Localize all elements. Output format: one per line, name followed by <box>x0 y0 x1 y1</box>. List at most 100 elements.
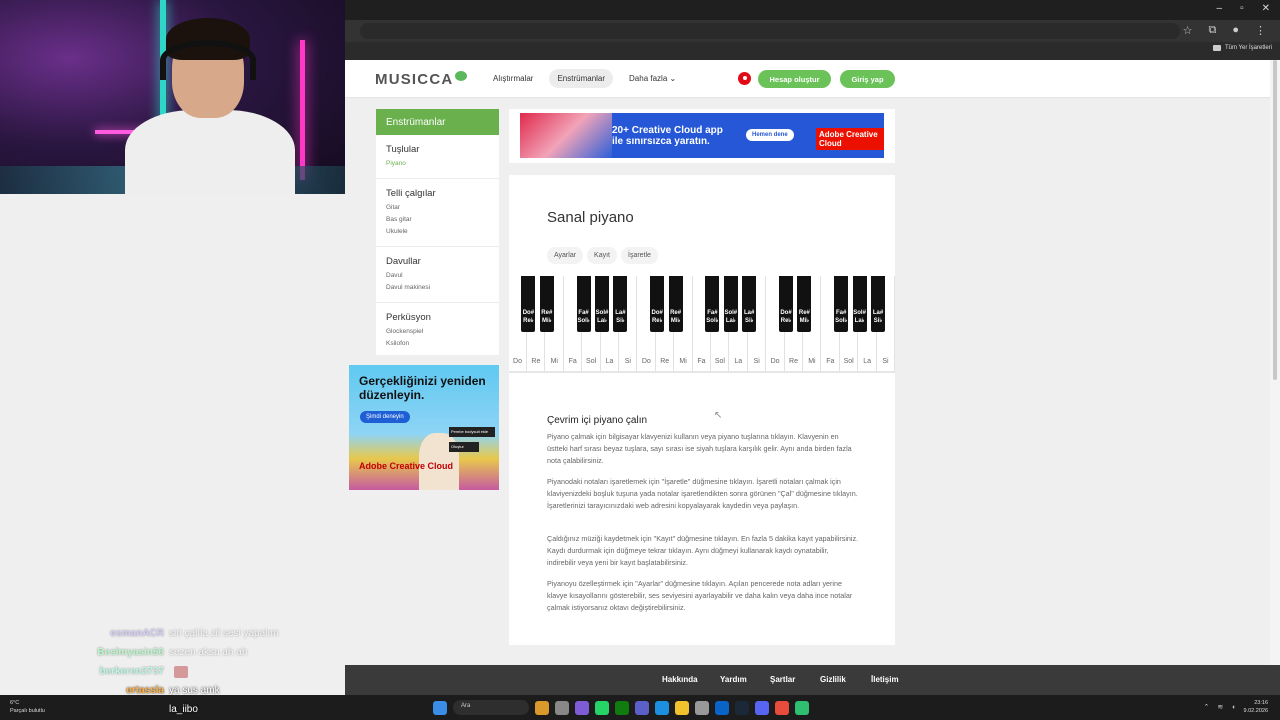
piano-black-key[interactable]: Do# Re♭ <box>650 276 665 332</box>
piano-black-key[interactable]: Fa# Sol♭ <box>705 276 720 332</box>
virtual-piano-card: Sanal piyano Ayarlar Kayıt İşaretle Do Re… <box>509 175 895 645</box>
sidebar-title: Enstrümanlar <box>376 109 499 135</box>
key-label: Sol <box>843 358 854 365</box>
close-icon[interactable]: ✕ <box>1262 3 1270 14</box>
store-icon[interactable] <box>695 700 709 715</box>
key-label: La <box>605 358 614 365</box>
chat-username[interactable]: ertassla <box>84 685 164 696</box>
piano-black-key[interactable]: Fa# Sol♭ <box>834 276 849 332</box>
maximize-icon[interactable]: ▫ <box>1240 3 1244 14</box>
scrollbar-thumb[interactable] <box>1273 60 1277 380</box>
nav-more[interactable]: Daha fazla ⌄ <box>621 69 684 88</box>
key-label: Re <box>789 358 798 365</box>
volume-icon[interactable]: ◖ <box>1231 704 1235 711</box>
mark-button[interactable]: İşaretle <box>621 247 658 264</box>
app-icon[interactable] <box>795 700 809 715</box>
star-icon[interactable]: ☆ <box>1183 24 1193 37</box>
taskbar-search[interactable]: Ara <box>453 700 529 715</box>
sidebar-item-glockenspiel[interactable]: Glockenspiel <box>386 326 489 338</box>
xbox-icon[interactable] <box>615 700 629 715</box>
mouse-cursor-icon: ↖ <box>714 410 723 421</box>
login-button[interactable]: Giriş yap <box>840 70 895 88</box>
nav-exercises[interactable]: Alıştırmalar <box>485 69 541 88</box>
turkish-flag-icon[interactable] <box>738 72 751 85</box>
file-explorer-icon[interactable] <box>675 700 689 715</box>
piano-black-key[interactable]: Sol# La♭ <box>852 276 867 332</box>
ad-generate-box: Oluştur <box>449 442 479 452</box>
ad-headline: Gerçekliğinizi yeniden düzenleyin. <box>359 374 486 402</box>
clock-date: 9.02.2026 <box>1243 708 1268 714</box>
chrome-icon[interactable] <box>775 700 789 715</box>
clock[interactable]: 23:16 9.02.2026 <box>1244 699 1268 715</box>
bookmarks-bar <box>345 42 1280 60</box>
top-ad-banner[interactable]: 20+ Creative Cloud app ile sınırsızca ya… <box>520 113 884 158</box>
musicca-logo[interactable]: MUSICCA <box>375 71 468 88</box>
discord-icon[interactable] <box>755 700 769 715</box>
footer-help-link[interactable]: Yardım <box>720 675 770 684</box>
key-label: La <box>863 358 871 365</box>
footer-contact-link[interactable]: İletişim <box>871 675 922 684</box>
chat-username[interactable]: osmanACR <box>84 628 164 639</box>
ad-cta-button[interactable]: Şimdi deneyin <box>360 411 410 423</box>
weather-desc: Parçalı bulutlu <box>10 708 45 714</box>
nav-instruments[interactable]: Enstrümanlar <box>549 69 614 88</box>
piano-black-key[interactable]: Fa# Sol♭ <box>576 276 591 332</box>
main-nav: Alıştırmalar Enstrümanlar Daha fazla ⌄ <box>485 69 684 88</box>
extensions-icon[interactable]: ⧉ <box>1208 24 1216 37</box>
weather-widget[interactable]: 6°C Parçalı bulutlu <box>10 699 45 715</box>
menu-icon[interactable]: ⋮ <box>1255 24 1266 37</box>
piano-black-key[interactable]: Re# Mi♭ <box>668 276 683 332</box>
key-label: Fa <box>826 358 835 365</box>
key-label: Fa <box>568 358 577 365</box>
key-label: Re <box>531 358 541 365</box>
chat-username[interactable]: Beslmyasin56 <box>84 647 164 658</box>
chat-text: sezen aksu ah ah <box>169 647 248 658</box>
steam-icon[interactable] <box>735 700 749 715</box>
side-ad-banner[interactable]: Gerçekliğinizi yeniden düzenleyin. Şimdi… <box>349 365 499 490</box>
footer-about-link[interactable]: Hakkında <box>662 675 720 684</box>
record-button[interactable]: Kayıt <box>587 247 617 264</box>
settings-button[interactable]: Ayarlar <box>547 247 584 264</box>
edge-icon[interactable] <box>655 700 669 715</box>
folder-icon <box>1212 45 1221 51</box>
create-account-button[interactable]: Hesap oluştur <box>758 70 831 88</box>
copilot-icon[interactable] <box>575 700 589 715</box>
piano-black-key[interactable]: Sol# La♭ <box>723 276 738 332</box>
widget-icon[interactable] <box>535 700 549 715</box>
piano-black-key[interactable]: Sol# La♭ <box>595 276 609 332</box>
task-view-icon[interactable] <box>555 700 569 715</box>
sidebar-item-xylophone[interactable]: Ksilofon <box>386 338 489 350</box>
outlook-icon[interactable] <box>715 700 729 715</box>
piano-black-key[interactable]: Do# Re♭ <box>521 276 536 332</box>
sidebar-item-ukulele[interactable]: Ukulele <box>386 226 489 238</box>
footer-terms-link[interactable]: Şartlar <box>770 675 820 684</box>
sidebar-item-guitar[interactable]: Gitar <box>386 202 489 214</box>
profile-icon[interactable]: ● <box>1232 24 1239 37</box>
minimize-icon[interactable]: – <box>1217 3 1223 14</box>
chat-message: la_iibo <box>84 700 344 719</box>
all-bookmarks[interactable]: Tüm Yer İşaretleri <box>1212 45 1272 51</box>
sidebar-item-drums[interactable]: Davul <box>386 270 489 282</box>
piano-black-key[interactable]: La# Si♭ <box>613 276 628 332</box>
sidebar-item-piano[interactable]: Piyano <box>386 158 489 170</box>
tray-chevron-icon[interactable]: ⌃ <box>1204 703 1210 711</box>
piano-black-key[interactable]: Re# Mi♭ <box>797 276 812 332</box>
key-label: Mi <box>679 358 687 365</box>
piano-black-key[interactable]: La# Si♭ <box>742 276 757 332</box>
windows-start-icon[interactable] <box>433 700 447 715</box>
sidebar-item-bass-guitar[interactable]: Bas gitar <box>386 214 489 226</box>
footer-privacy-link[interactable]: Gizlilik <box>820 675 871 684</box>
wifi-icon[interactable]: ≋ <box>1217 703 1223 711</box>
whatsapp-icon[interactable] <box>595 700 609 715</box>
piano-black-key[interactable]: Re# Mi♭ <box>539 276 554 332</box>
ad-cta-button[interactable]: Hemen dene <box>746 129 794 141</box>
chat-username[interactable]: berkeren3737 <box>84 666 165 677</box>
piano-black-key[interactable]: La# Si♭ <box>871 276 885 332</box>
site-header: MUSICCA Alıştırmalar Enstrümanlar Daha f… <box>345 60 1270 98</box>
teams-icon[interactable] <box>635 700 649 715</box>
address-bar[interactable] <box>360 23 1180 39</box>
sidebar-item-drum-machine[interactable]: Davul makinesi <box>386 282 489 294</box>
piano-black-key[interactable]: Do# Re♭ <box>779 276 793 332</box>
chat-bubble-icon <box>455 71 468 81</box>
all-bookmarks-label: Tüm Yer İşaretleri <box>1224 45 1272 51</box>
